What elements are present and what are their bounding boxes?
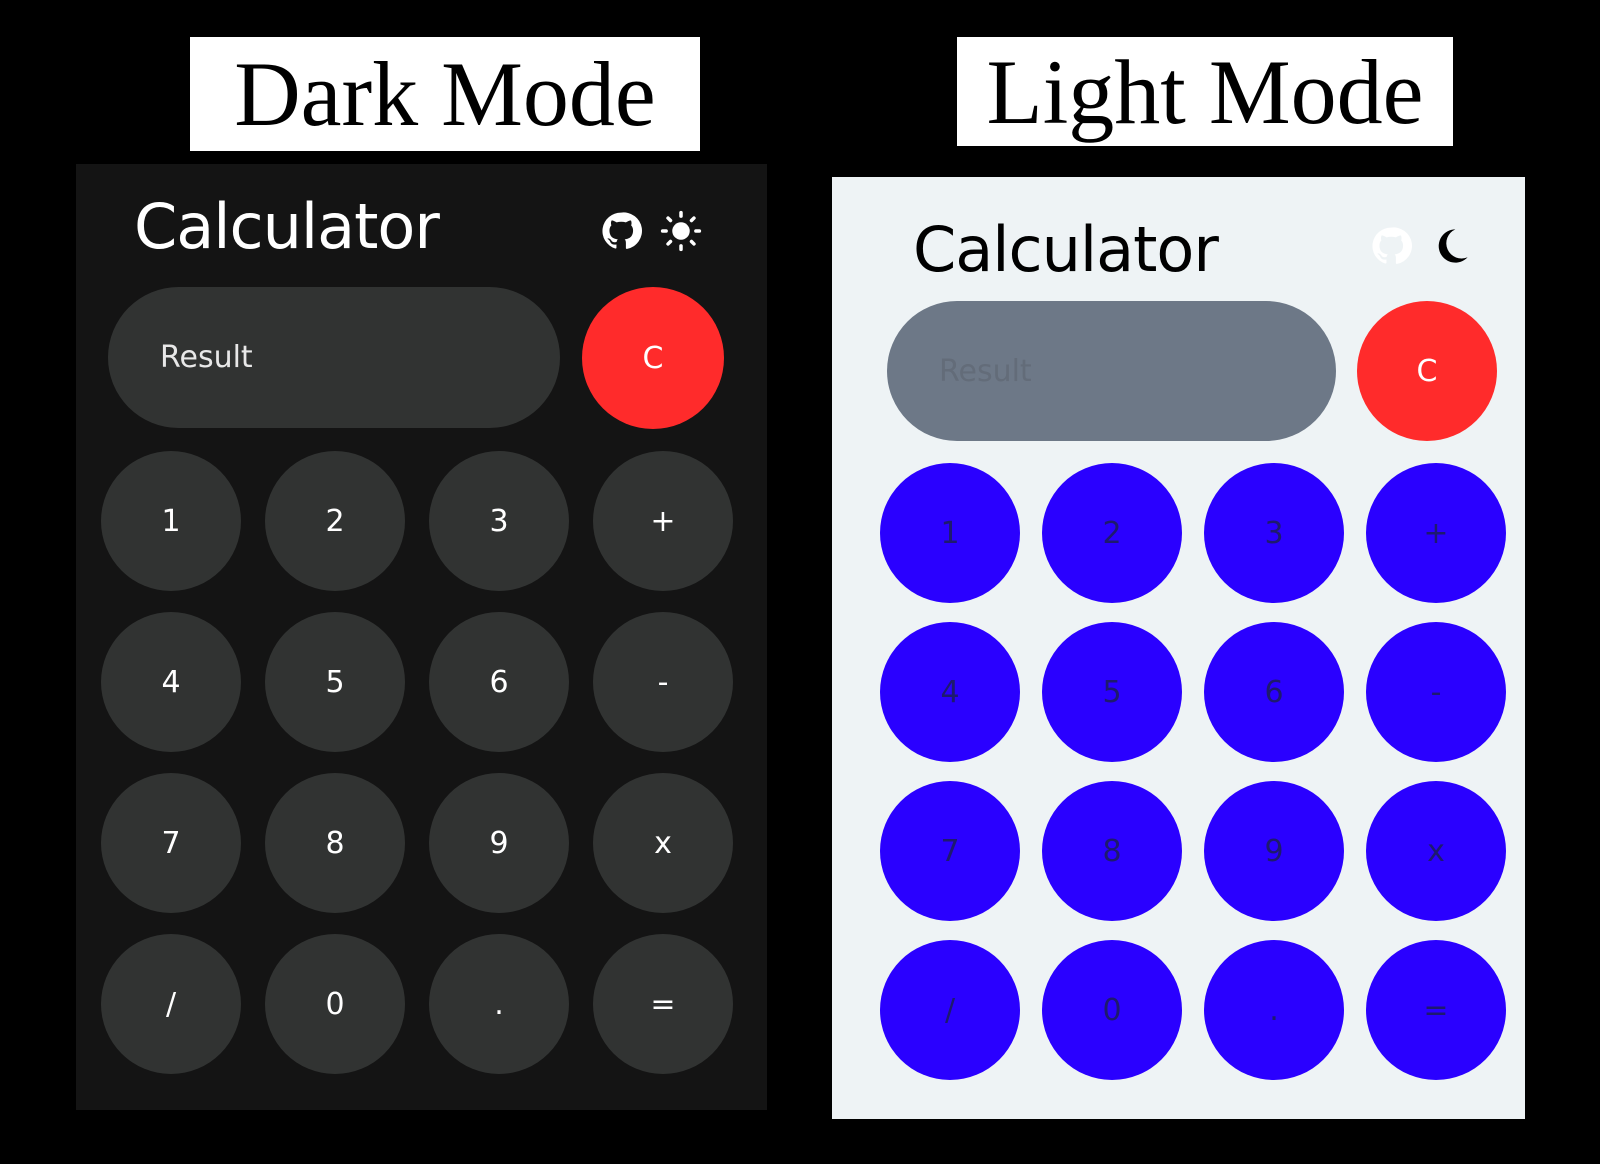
key-plus[interactable]: + — [1366, 463, 1506, 603]
key-8[interactable]: 8 — [265, 773, 405, 913]
key-decimal[interactable]: . — [429, 934, 569, 1074]
github-icon[interactable] — [1370, 225, 1412, 267]
moon-icon[interactable] — [1430, 225, 1472, 267]
key-1[interactable]: 1 — [101, 451, 241, 591]
github-icon[interactable] — [600, 210, 642, 252]
key-9[interactable]: 9 — [1204, 781, 1344, 921]
key-0[interactable]: 0 — [1042, 940, 1182, 1080]
header-icons — [600, 210, 702, 252]
key-4[interactable]: 4 — [101, 612, 241, 752]
header-icons — [1370, 225, 1472, 267]
keypad: 1 2 3 + 4 5 6 - 7 8 9 x / 0 . = — [880, 463, 1506, 1080]
key-3[interactable]: 3 — [429, 451, 569, 591]
key-7[interactable]: 7 — [101, 773, 241, 913]
key-divide[interactable]: / — [880, 940, 1020, 1080]
dark-mode-label: Dark Mode — [190, 37, 700, 151]
key-6[interactable]: 6 — [429, 612, 569, 752]
calculator-title: Calculator — [134, 190, 440, 263]
key-minus[interactable]: - — [593, 612, 733, 752]
key-2[interactable]: 2 — [265, 451, 405, 591]
clear-button[interactable]: C — [1357, 301, 1497, 441]
sun-icon[interactable] — [660, 210, 702, 252]
key-multiply[interactable]: x — [593, 773, 733, 913]
key-2[interactable]: 2 — [1042, 463, 1182, 603]
dark-calculator: Calculator Result C 1 2 3 + 4 5 6 - 7 8 … — [76, 164, 767, 1110]
key-9[interactable]: 9 — [429, 773, 569, 913]
key-0[interactable]: 0 — [265, 934, 405, 1074]
calculator-title: Calculator — [913, 213, 1219, 286]
key-plus[interactable]: + — [593, 451, 733, 591]
key-6[interactable]: 6 — [1204, 622, 1344, 762]
key-4[interactable]: 4 — [880, 622, 1020, 762]
light-calculator: Calculator Result C 1 2 3 + 4 5 6 - 7 8 … — [832, 177, 1525, 1119]
light-mode-label: Light Mode — [957, 37, 1453, 146]
result-display: Result — [108, 287, 560, 428]
key-minus[interactable]: - — [1366, 622, 1506, 762]
key-8[interactable]: 8 — [1042, 781, 1182, 921]
key-5[interactable]: 5 — [1042, 622, 1182, 762]
key-3[interactable]: 3 — [1204, 463, 1344, 603]
clear-button[interactable]: C — [582, 287, 724, 429]
key-1[interactable]: 1 — [880, 463, 1020, 603]
key-decimal[interactable]: . — [1204, 940, 1344, 1080]
key-multiply[interactable]: x — [1366, 781, 1506, 921]
key-divide[interactable]: / — [101, 934, 241, 1074]
key-equals[interactable]: = — [1366, 940, 1506, 1080]
result-display: Result — [887, 301, 1336, 441]
key-7[interactable]: 7 — [880, 781, 1020, 921]
keypad: 1 2 3 + 4 5 6 - 7 8 9 x / 0 . = — [101, 451, 733, 1074]
key-equals[interactable]: = — [593, 934, 733, 1074]
key-5[interactable]: 5 — [265, 612, 405, 752]
